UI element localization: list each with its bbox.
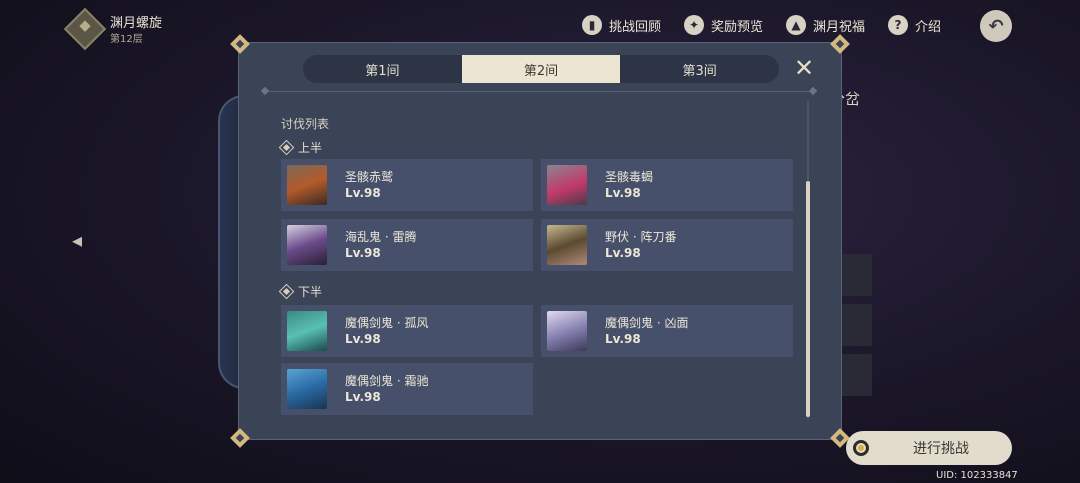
background-slot <box>838 304 872 346</box>
background-slot <box>838 254 872 296</box>
enemy-portrait-icon <box>287 311 327 351</box>
enemy-list-title: 讨伐列表 <box>281 117 330 131</box>
start-challenge-label: 进行挑战 <box>913 441 969 457</box>
scrollbar-thumb[interactable] <box>806 181 810 417</box>
enemy-portrait-icon <box>287 225 327 265</box>
enemy-portrait-icon <box>547 225 587 265</box>
enemy-level: Lv.98 <box>605 332 641 346</box>
enemy-name: 海乱鬼 · 雷腾 <box>345 230 417 244</box>
page-title: 渊月螺旋 <box>110 16 163 31</box>
enemy-level: Lv.98 <box>345 246 381 260</box>
floor-label: 第12层 <box>110 34 143 45</box>
enemy-name: 魔偶剑鬼 · 孤风 <box>345 316 429 330</box>
corner-ornament <box>830 34 850 54</box>
tab-chamber-1[interactable]: 第1间 <box>303 55 462 83</box>
help-button[interactable]: ? 介绍 <box>888 15 941 35</box>
help-label: 介绍 <box>915 19 942 35</box>
back-button[interactable]: ↶ <box>980 10 1012 42</box>
tab-chamber-3[interactable]: 第3间 <box>620 55 779 83</box>
enemy-level: Lv.98 <box>345 186 381 200</box>
start-challenge-button[interactable]: 进行挑战 <box>846 431 1012 465</box>
enemy-card[interactable]: 魔偶剑鬼 · 霜驰 Lv.98 <box>281 363 533 415</box>
enemy-card[interactable]: 圣骸赤鹫 Lv.98 <box>281 159 533 211</box>
second-half-label: 下半 <box>298 285 323 299</box>
enemy-level: Lv.98 <box>605 186 641 200</box>
enemy-level: Lv.98 <box>345 390 381 404</box>
enemy-card[interactable]: 海乱鬼 · 雷腾 Lv.98 <box>281 219 533 271</box>
corner-ornament <box>230 34 250 54</box>
previous-arrow-icon[interactable]: ◂ <box>72 228 82 252</box>
reward-preview-label: 奖励预览 <box>711 19 764 35</box>
close-icon[interactable]: ✕ <box>791 55 817 81</box>
enemy-portrait-icon <box>287 165 327 205</box>
challenge-review-label: 挑战回顾 <box>609 19 662 35</box>
enemy-card[interactable]: 魔偶剑鬼 · 凶面 Lv.98 <box>541 305 793 357</box>
gift-icon: ✦ <box>684 15 704 35</box>
corner-ornament <box>230 428 250 448</box>
second-half-header: 下半 <box>278 283 323 300</box>
blessing-label: 渊月祝福 <box>813 19 866 35</box>
enemy-name: 野伏 · 阵刀番 <box>605 230 677 244</box>
challenge-ring-icon <box>853 440 869 456</box>
enemy-name: 圣骸赤鹫 <box>345 170 394 184</box>
enemy-card[interactable]: 魔偶剑鬼 · 孤风 Lv.98 <box>281 305 533 357</box>
blessing-button[interactable]: ▲ 渊月祝福 <box>786 15 865 35</box>
enemy-name: 魔偶剑鬼 · 霜驰 <box>345 374 429 388</box>
chamber-tabs: 第1间 第2间 第3间 <box>303 55 779 83</box>
enemy-card[interactable]: 野伏 · 阵刀番 Lv.98 <box>541 219 793 271</box>
tab-chamber-2[interactable]: 第2间 <box>461 55 621 83</box>
background-slot <box>838 354 872 396</box>
enemy-name: 圣骸毒蝎 <box>605 170 654 184</box>
enemy-level: Lv.98 <box>345 332 381 346</box>
diamond-icon <box>278 139 295 156</box>
reward-preview-button[interactable]: ✦ 奖励预览 <box>684 15 763 35</box>
first-half-label: 上半 <box>298 141 323 155</box>
help-icon: ? <box>888 15 908 35</box>
first-half-header: 上半 <box>278 139 323 156</box>
enemy-list-dialog: 第1间 第2间 第3间 ✕ 讨伐列表 上半 圣骸赤鹫 Lv.98 圣骸毒蝎 Lv… <box>230 34 850 448</box>
enemy-name: 魔偶剑鬼 · 凶面 <box>605 316 689 330</box>
enemy-portrait-icon <box>287 369 327 409</box>
diamond-icon <box>278 283 295 300</box>
enemy-portrait-icon <box>547 165 587 205</box>
enemy-level: Lv.98 <box>605 246 641 260</box>
enemy-portrait-icon <box>547 311 587 351</box>
enemy-card[interactable]: 圣骸毒蝎 Lv.98 <box>541 159 793 211</box>
blessing-icon: ▲ <box>786 15 806 35</box>
uid-label: UID: 102333847 <box>936 470 1018 481</box>
abyss-floor-icon <box>63 7 107 51</box>
challenge-review-button[interactable]: ▮ 挑战回顾 <box>582 15 661 35</box>
book-icon: ▮ <box>582 15 602 35</box>
divider <box>265 91 813 92</box>
